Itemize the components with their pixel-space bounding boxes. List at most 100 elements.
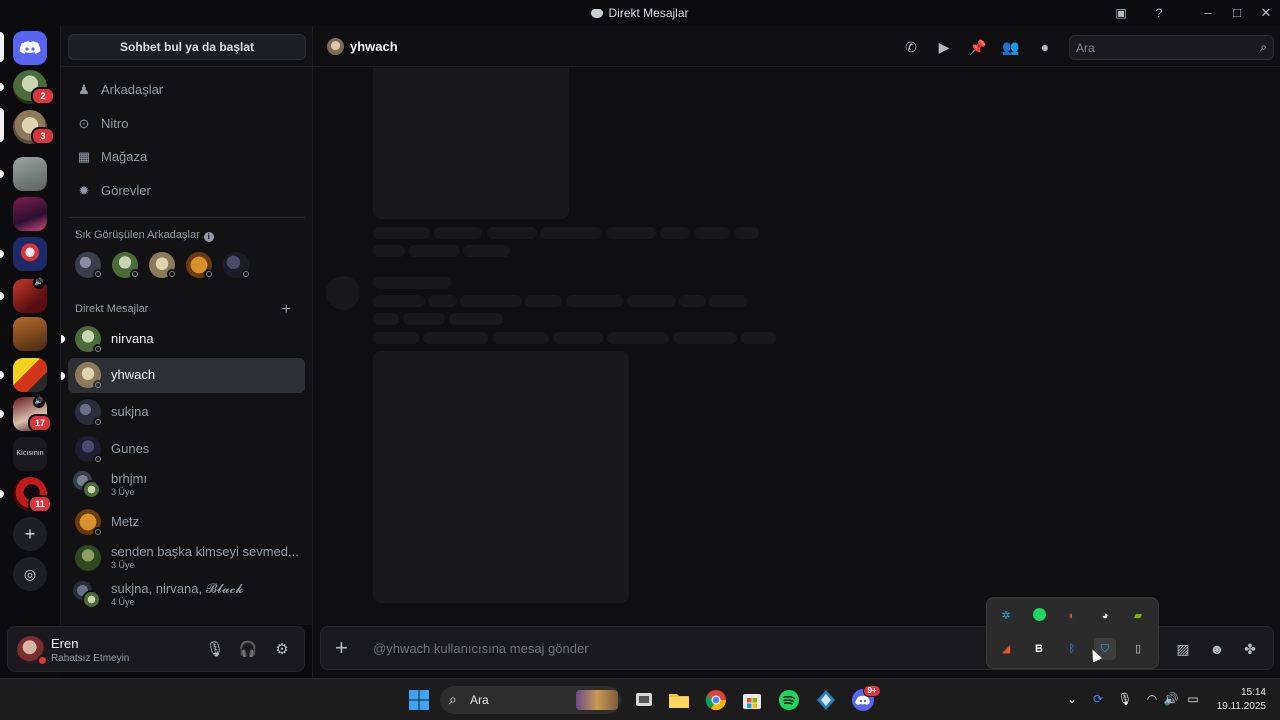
recorder-icon[interactable]: ◐ bbox=[1061, 605, 1083, 627]
dm-group-brhjmi[interactable]: brhjmı 3 Üye bbox=[68, 468, 305, 503]
unread-dot bbox=[0, 250, 4, 258]
username[interactable]: Eren bbox=[51, 636, 78, 651]
usb-drive-icon[interactable]: ▯ bbox=[1127, 638, 1149, 660]
status-offline bbox=[241, 269, 251, 279]
volume-icon[interactable]: 🔊 bbox=[1162, 690, 1180, 708]
emoji-icon[interactable]: ☻ bbox=[1207, 639, 1227, 659]
add-friends-icon[interactable]: 👥 bbox=[1001, 37, 1021, 57]
gift-icon[interactable]: ▨ bbox=[1173, 639, 1193, 659]
search-highlight-image bbox=[576, 690, 618, 710]
dm-group-item[interactable]: sukjna, nirvana, 𝓑𝓵𝓪𝓬𝓴 4 Üye bbox=[68, 578, 305, 613]
video-call-icon[interactable]: ▶ bbox=[934, 37, 954, 57]
headphones-icon[interactable]: 🎧 bbox=[237, 639, 259, 661]
unread-dot bbox=[61, 372, 65, 380]
dm-group-item[interactable]: senden başka kimseyi sevmed... 3 Üye bbox=[68, 541, 305, 576]
chrome-logo-icon bbox=[705, 690, 727, 711]
app-tray-icon[interactable]: ✲ bbox=[995, 605, 1017, 627]
help-icon[interactable]: ? bbox=[1150, 4, 1168, 22]
windows-logo-icon bbox=[409, 690, 429, 710]
spotify-taskbar-icon[interactable] bbox=[777, 688, 801, 712]
quests-icon: ✹ bbox=[78, 183, 90, 198]
friends-icon: ♟ bbox=[78, 82, 90, 97]
add-server-button[interactable]: + bbox=[13, 517, 47, 551]
status-offline bbox=[93, 417, 103, 427]
server-icon[interactable] bbox=[13, 237, 47, 271]
home-button[interactable] bbox=[13, 31, 47, 65]
microsoft-store-icon bbox=[743, 694, 761, 709]
voice-call-icon[interactable]: ✆ bbox=[901, 37, 921, 57]
unread-dot bbox=[0, 410, 4, 418]
chevron-up-icon[interactable]: ⌄ bbox=[1063, 690, 1081, 708]
close-button[interactable]: ✕ bbox=[1256, 4, 1276, 22]
taskbar-clock[interactable]: 15:14 19.11.2025 bbox=[1210, 686, 1266, 714]
divider bbox=[69, 217, 305, 218]
nav-friends[interactable]: ♟ Arkadaşlar bbox=[69, 75, 305, 105]
apps-icon[interactable]: ✤ bbox=[1240, 639, 1260, 659]
app-taskbar-icon[interactable] bbox=[814, 688, 838, 712]
b-app-icon[interactable]: B bbox=[1028, 638, 1050, 660]
new-dm-button[interactable]: + bbox=[282, 302, 291, 318]
status-offline bbox=[93, 527, 103, 537]
start-button[interactable] bbox=[407, 688, 431, 712]
discord-icon bbox=[591, 9, 604, 18]
dm-item-nirvana[interactable]: nirvana bbox=[68, 322, 305, 357]
settings-gear-icon[interactable]: ⚙ bbox=[271, 639, 293, 661]
pin-icon[interactable]: 📌 bbox=[968, 37, 988, 57]
discord-tray-icon[interactable]: ◕ bbox=[1094, 605, 1116, 627]
wifi-icon[interactable]: ◠ bbox=[1143, 690, 1161, 708]
dm-item-gunes[interactable]: Gunes bbox=[68, 432, 305, 467]
status-offline bbox=[204, 269, 214, 279]
shop-icon: ▦ bbox=[77, 149, 91, 164]
spotify-icon[interactable] bbox=[1028, 605, 1050, 627]
sync-icon[interactable]: ⟳ bbox=[1089, 690, 1107, 708]
file-explorer-icon[interactable] bbox=[667, 688, 691, 712]
user-panel: Eren Rahatsız Etmeyin 🎙 🎧 ⚙ bbox=[7, 626, 305, 672]
clock-time: 15:14 bbox=[1240, 687, 1266, 698]
chrome-icon[interactable] bbox=[704, 688, 728, 712]
dm-item-yhwach[interactable]: yhwach bbox=[68, 358, 305, 393]
speaker-icon: 🔊 bbox=[33, 277, 45, 289]
discover-button[interactable]: ◎ bbox=[13, 557, 47, 591]
bluetooth-icon[interactable]: ᛒ bbox=[1061, 638, 1083, 660]
channel-name[interactable]: yhwach bbox=[350, 39, 398, 54]
dm-item-metz[interactable]: Metz bbox=[68, 505, 305, 540]
find-conversation-button[interactable]: Sohbet bul ya da başlat bbox=[68, 34, 306, 60]
nav-label: Mağaza bbox=[101, 149, 148, 164]
maximize-button[interactable]: □ bbox=[1227, 4, 1247, 22]
channel-avatar bbox=[327, 38, 344, 55]
message-search[interactable]: Ara ⌕ bbox=[1069, 35, 1274, 60]
server-icon[interactable] bbox=[13, 197, 47, 231]
dm-name: senden başka kimseyi sevmed... bbox=[111, 544, 299, 559]
minimize-button[interactable]: – bbox=[1198, 4, 1218, 22]
microphone-icon[interactable]: 🎙 bbox=[204, 639, 226, 661]
status-offline bbox=[93, 344, 103, 354]
dm-item-sukjna[interactable]: sukjna bbox=[68, 395, 305, 430]
search-icon: ⌕ bbox=[449, 691, 457, 707]
mic-tray-icon[interactable]: 🎙 bbox=[1116, 690, 1134, 708]
attach-plus-icon[interactable]: + bbox=[335, 636, 348, 660]
nav-quests[interactable]: ✹ Görevler bbox=[69, 176, 305, 206]
search-placeholder: Ara bbox=[1076, 41, 1095, 55]
store-icon[interactable] bbox=[740, 688, 764, 712]
avatar bbox=[75, 545, 101, 571]
message-input[interactable]: @yhwach kullanıcısına mesaj gönder bbox=[373, 641, 589, 656]
speaker-app-icon[interactable]: ◢ bbox=[995, 638, 1017, 660]
nav-nitro[interactable]: ⊙ Nitro bbox=[69, 109, 305, 139]
server-icon[interactable] bbox=[13, 317, 47, 351]
user-profile-icon[interactable]: ● bbox=[1035, 37, 1055, 57]
nav-shop[interactable]: ▦ Mağaza bbox=[69, 142, 305, 172]
server-icon[interactable] bbox=[13, 358, 47, 392]
info-icon[interactable]: i bbox=[203, 232, 214, 242]
nvidia-icon[interactable]: ▰ bbox=[1127, 605, 1149, 627]
server-icon[interactable] bbox=[13, 157, 47, 191]
server-text-icon[interactable]: Kıcısının bbox=[13, 437, 47, 471]
dm-name: sukjna, nirvana, 𝓑𝓵𝓪𝓬𝓴 bbox=[111, 581, 244, 596]
status-offline bbox=[93, 269, 103, 279]
battery-icon[interactable]: ▭ bbox=[1184, 690, 1202, 708]
taskbar-search[interactable]: ⌕ Ara bbox=[440, 686, 621, 714]
unread-dot bbox=[0, 490, 4, 498]
inbox-icon[interactable]: ▣ bbox=[1112, 4, 1130, 22]
member-count: 3 Üye bbox=[111, 487, 135, 497]
task-view-icon[interactable] bbox=[632, 688, 656, 712]
windows-taskbar: ⌕ Ara 9+ ⌄ ⟳ 🎙 ◠ 🔊 ▭ 15:14 19.11.2025 bbox=[0, 678, 1280, 720]
